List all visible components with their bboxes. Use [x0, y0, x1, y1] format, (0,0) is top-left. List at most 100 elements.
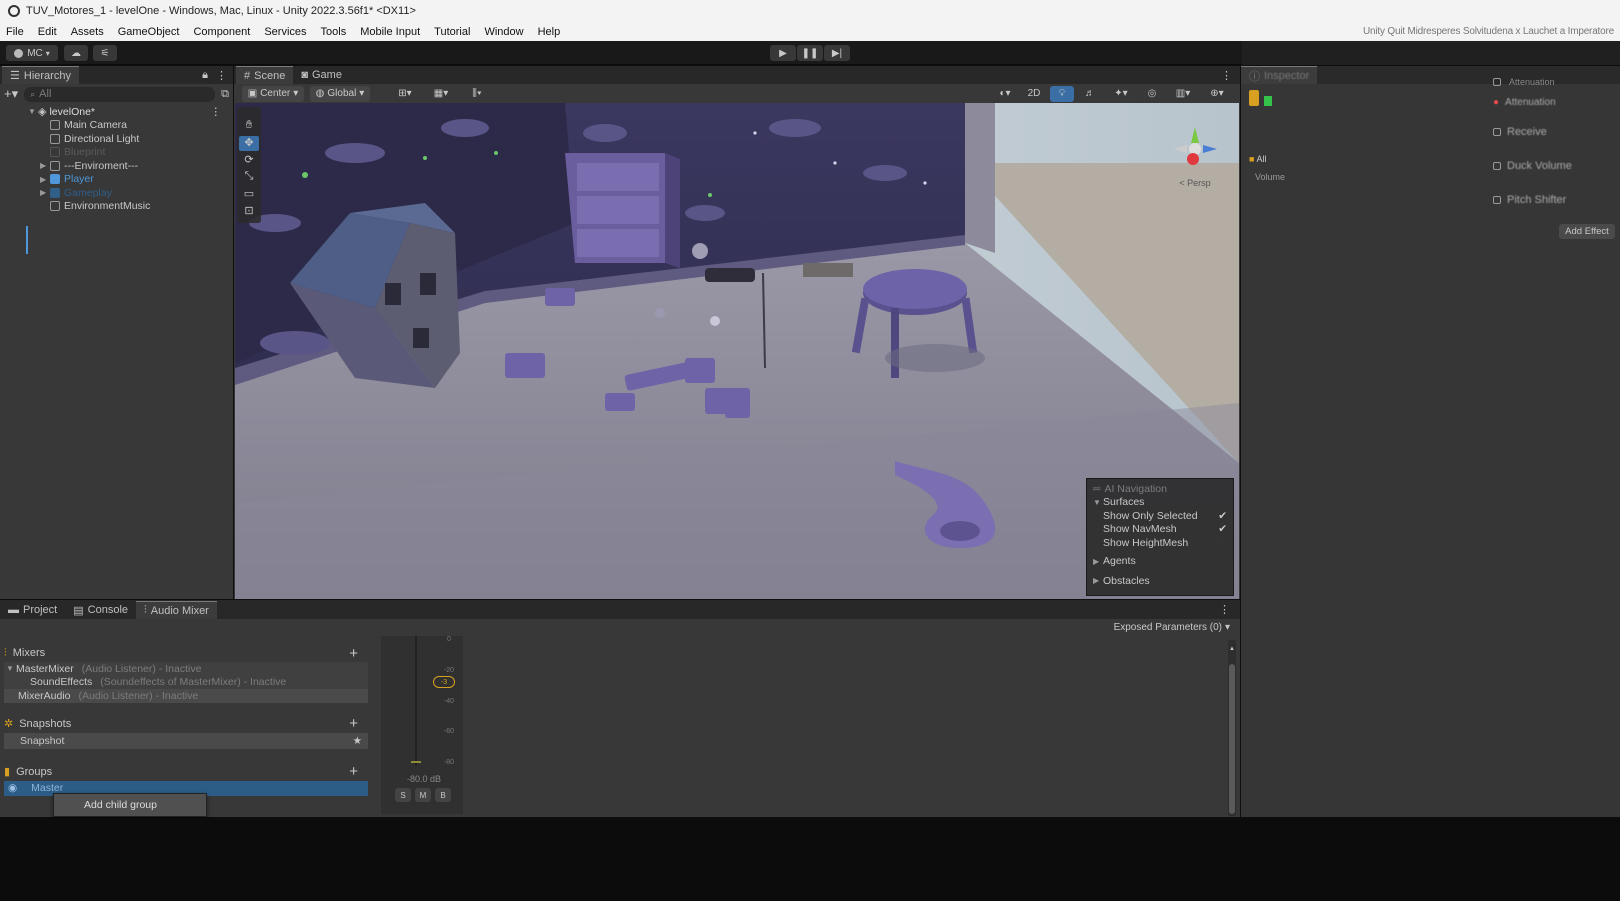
move-tool-icon[interactable]: ✥ [239, 136, 259, 151]
expand-arrow-icon[interactable]: ▶ [40, 188, 50, 197]
lock-icon[interactable]: 🔒︎ [202, 69, 208, 82]
effects-button[interactable]: ✦▾ [1106, 85, 1136, 102]
kebab-menu-icon[interactable]: ⋮ [1221, 66, 1232, 84]
space-dropdown[interactable]: ◍ Global ▾ [310, 85, 370, 102]
mixer-item-mixeraudio[interactable]: MixerAudio (Audio Listener) - Inactive [4, 689, 368, 703]
increment-snap-button[interactable]: ⫼▾ [462, 85, 492, 102]
hierarchy-item-enviroment[interactable]: ▶ ---Enviroment--- [0, 159, 233, 173]
collab-button[interactable]: ⚟ [93, 45, 117, 61]
rotate-tool-icon[interactable]: ⟳ [239, 153, 259, 168]
add-effect-button[interactable]: Add Effect [1559, 224, 1615, 239]
menu-tools[interactable]: Tools [321, 26, 347, 38]
add-object-button[interactable]: +▾ [4, 86, 18, 102]
tab-scene[interactable]: # Scene [236, 66, 294, 84]
effect-attenuation[interactable]: ● Attenuation [1493, 89, 1613, 115]
persp-label[interactable]: < Persp [1165, 178, 1225, 188]
obstacles-foldout[interactable]: ▶ Obstacles [1093, 574, 1227, 588]
vertical-scrollbar[interactable]: ▲ [1228, 640, 1236, 816]
expand-arrow-icon[interactable]: ▶ [1093, 576, 1103, 585]
scene-root-row[interactable]: ▼ ◈ levelOne* ⋮ [0, 105, 233, 119]
checkbox-empty-icon[interactable] [1218, 538, 1227, 548]
expand-arrow-icon[interactable]: ▼ [6, 664, 16, 673]
menu-services[interactable]: Services [264, 26, 306, 38]
snap-button[interactable]: ⊞▾ [390, 85, 420, 102]
volume-fader-handle[interactable]: -3 [433, 676, 455, 688]
scrollbar-thumb[interactable] [1229, 664, 1235, 814]
tab-audio-mixer[interactable]: ⫶ Audio Mixer [136, 601, 217, 619]
scroll-up-icon[interactable]: ▲ [1228, 646, 1236, 652]
solo-button[interactable]: S [395, 788, 411, 802]
kebab-menu-icon[interactable]: ⋮ [1219, 600, 1230, 619]
checkbox-checked-icon[interactable]: ✔ [1218, 510, 1227, 522]
hidden-objects-button[interactable]: ◎ [1140, 85, 1164, 102]
mixer-item-master[interactable]: ▼ MasterMixer (Audio Listener) - Inactiv… [4, 662, 368, 676]
mute-button[interactable]: M [415, 788, 431, 802]
lighting-button[interactable]: 💡︎ [1050, 85, 1074, 102]
grid-snap-button[interactable]: ▦▾ [426, 85, 456, 102]
account-button[interactable]: MC ▾ [6, 45, 58, 61]
rect-tool-icon[interactable]: ▭ [239, 187, 259, 202]
menu-window[interactable]: Window [484, 26, 523, 38]
snapshot-item[interactable]: Snapshot ★ [4, 732, 368, 749]
menu-help[interactable]: Help [538, 26, 561, 38]
step-button[interactable]: ▶| [824, 45, 850, 61]
add-child-group-menu-item[interactable]: Add child group [84, 799, 157, 811]
mixer-item-soundeffects[interactable]: SoundEffects (Soundeffects of MasterMixe… [4, 675, 368, 689]
surfaces-foldout[interactable]: ▼ Surfaces [1093, 496, 1227, 510]
hierarchy-item-environment-music[interactable]: EnvironmentMusic [0, 200, 233, 214]
audio-button[interactable]: ♬ [1078, 85, 1102, 102]
tab-console[interactable]: ▤ Console [65, 601, 136, 619]
expand-arrow-icon[interactable]: ▼ [28, 107, 38, 116]
tab-game[interactable]: ◙ Game [293, 66, 350, 84]
shading-mode-button[interactable]: ◐▾ [992, 85, 1018, 102]
menu-assets[interactable]: Assets [71, 26, 104, 38]
expand-arrow-icon[interactable]: ▶ [1093, 557, 1103, 566]
hierarchy-tab[interactable]: ☰ Hierarchy [2, 66, 79, 84]
menu-component[interactable]: Component [193, 26, 250, 38]
menu-gameobject[interactable]: GameObject [118, 26, 180, 38]
eye-icon[interactable]: ◉ [8, 782, 17, 794]
expand-arrow-icon[interactable]: ▶ [40, 175, 50, 184]
menu-edit[interactable]: Edit [38, 26, 57, 38]
expand-arrow-icon[interactable]: ▼ [1093, 498, 1103, 507]
bypass-button[interactable]: B [435, 788, 451, 802]
orientation-gizmo[interactable]: < Persp [1165, 119, 1225, 189]
tab-inspector[interactable]: ⓘ Inspector [1241, 66, 1318, 84]
kebab-menu-icon[interactable]: ⋮ [216, 69, 227, 82]
effect-duck-volume[interactable]: Duck Volume [1493, 149, 1613, 183]
camera-settings-button[interactable]: ▥▾ [1168, 85, 1198, 102]
add-snapshot-button[interactable]: + [349, 715, 358, 732]
hierarchy-item-blueprint[interactable]: Blueprint [0, 146, 233, 160]
gizmos-button[interactable]: ⊕▾ [1202, 85, 1232, 102]
pivot-dropdown[interactable]: ▣ Center ▾ [242, 85, 304, 102]
checkbox-checked-icon[interactable]: ✔ [1218, 523, 1227, 535]
toggle-2d-button[interactable]: 2D [1022, 85, 1046, 102]
show-only-selected-toggle[interactable]: Show Only Selected ✔ [1093, 509, 1227, 523]
drag-handle-icon[interactable]: ═ [1093, 483, 1100, 495]
menu-tutorial[interactable]: Tutorial [434, 26, 470, 38]
agents-foldout[interactable]: ▶ Agents [1093, 555, 1227, 569]
effect-pitch-shifter[interactable]: Pitch Shifter [1493, 183, 1613, 217]
hierarchy-item-gameplay[interactable]: ▶ Gameplay [0, 186, 233, 200]
hierarchy-search[interactable]: ⌕ All [24, 86, 216, 102]
play-button[interactable]: ▶ [770, 45, 796, 61]
tab-project[interactable]: ▬ Project [0, 601, 65, 619]
effect-receive[interactable]: Receive [1493, 115, 1613, 149]
menu-mobile-input[interactable]: Mobile Input [360, 26, 420, 38]
expand-arrow-icon[interactable]: ▶ [40, 161, 50, 170]
transform-tool-icon[interactable]: ⊡ [239, 204, 259, 219]
add-mixer-button[interactable]: + [349, 645, 358, 662]
exposed-parameters-dropdown[interactable]: Exposed Parameters (0) ▾ [0, 619, 1240, 635]
pause-button[interactable]: ❚❚ [797, 45, 823, 61]
scale-tool-icon[interactable]: ⤡ [239, 170, 259, 185]
kebab-menu-icon[interactable]: ⋮ [211, 106, 222, 118]
show-navmesh-toggle[interactable]: Show NavMesh ✔ [1093, 523, 1227, 537]
show-heightmesh-toggle[interactable]: Show HeightMesh [1093, 536, 1227, 550]
hierarchy-item-directional-light[interactable]: Directional Light [0, 132, 233, 146]
ai-navigation-title[interactable]: ═ AI Navigation [1093, 482, 1227, 496]
hierarchy-item-main-camera[interactable]: Main Camera [0, 119, 233, 133]
menu-file[interactable]: File [6, 26, 24, 38]
add-group-button[interactable]: + [349, 763, 358, 780]
cloud-button[interactable]: ☁ [64, 45, 88, 61]
hierarchy-item-player[interactable]: ▶ Player [0, 173, 233, 187]
